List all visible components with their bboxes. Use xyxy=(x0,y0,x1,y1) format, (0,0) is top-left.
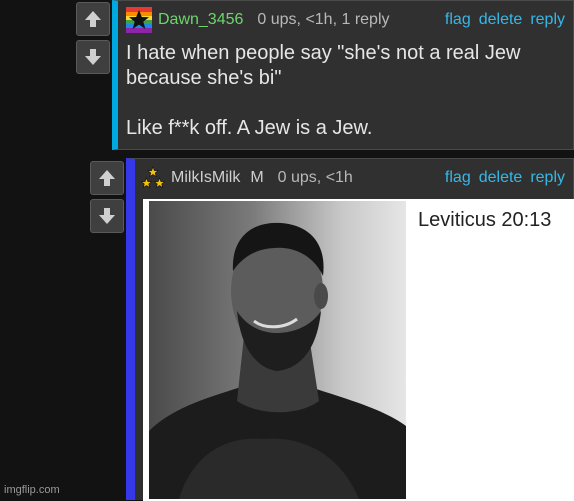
comment-meta: 0 ups, <1h xyxy=(277,169,353,186)
comment-header-2: MilkIsMilk M 0 ups, <1h flag delete repl… xyxy=(141,165,565,191)
arrow-up-icon xyxy=(85,11,101,27)
reply-link[interactable]: reply xyxy=(530,169,565,187)
arrow-down-icon xyxy=(99,208,115,224)
username[interactable]: MilkIsMilk xyxy=(171,169,240,187)
meme-caption: Leviticus 20:13 xyxy=(418,209,552,231)
username[interactable]: Dawn_3456 xyxy=(158,11,243,29)
comment-header-1: Dawn_3456 0 ups, <1h, 1 reply flag delet… xyxy=(126,7,565,33)
downvote-button-2[interactable] xyxy=(90,199,124,233)
flag-link[interactable]: flag xyxy=(445,169,471,187)
arrow-down-icon xyxy=(85,49,101,65)
watermark: imgflip.com xyxy=(4,484,60,496)
delete-link[interactable]: delete xyxy=(479,169,523,187)
comment-actions: flag delete reply xyxy=(445,11,565,29)
upvote-button-1[interactable] xyxy=(76,2,110,36)
comment-meta: 0 ups, <1h, 1 reply xyxy=(257,11,390,28)
arrow-up-icon xyxy=(99,170,115,186)
comment-text-line: Like f**k off. A Jew is a Jew. xyxy=(126,117,373,139)
meme-photo xyxy=(149,201,406,499)
comment-actions: flag delete reply xyxy=(445,169,565,187)
comment-text-line: I hate when people say "she's not a real… xyxy=(126,42,521,89)
reply-link[interactable]: reply xyxy=(530,11,565,29)
downvote-button-1[interactable] xyxy=(76,40,110,74)
three-stars-icon xyxy=(141,166,165,189)
portrait-figure xyxy=(149,222,406,499)
delete-link[interactable]: delete xyxy=(479,11,523,29)
comment-2: MilkIsMilk M 0 ups, <1h flag delete repl… xyxy=(126,158,574,501)
upvote-button-2[interactable] xyxy=(90,161,124,195)
comment-body-1: I hate when people say "she's not a real… xyxy=(126,41,563,141)
flag-link[interactable]: flag xyxy=(445,11,471,29)
comment-1: Dawn_3456 0 ups, <1h, 1 reply flag delet… xyxy=(112,0,574,150)
mod-badge: M xyxy=(250,169,264,186)
rainbow-star-icon xyxy=(126,7,152,33)
meme-image[interactable]: Leviticus 20:13 xyxy=(143,199,574,501)
